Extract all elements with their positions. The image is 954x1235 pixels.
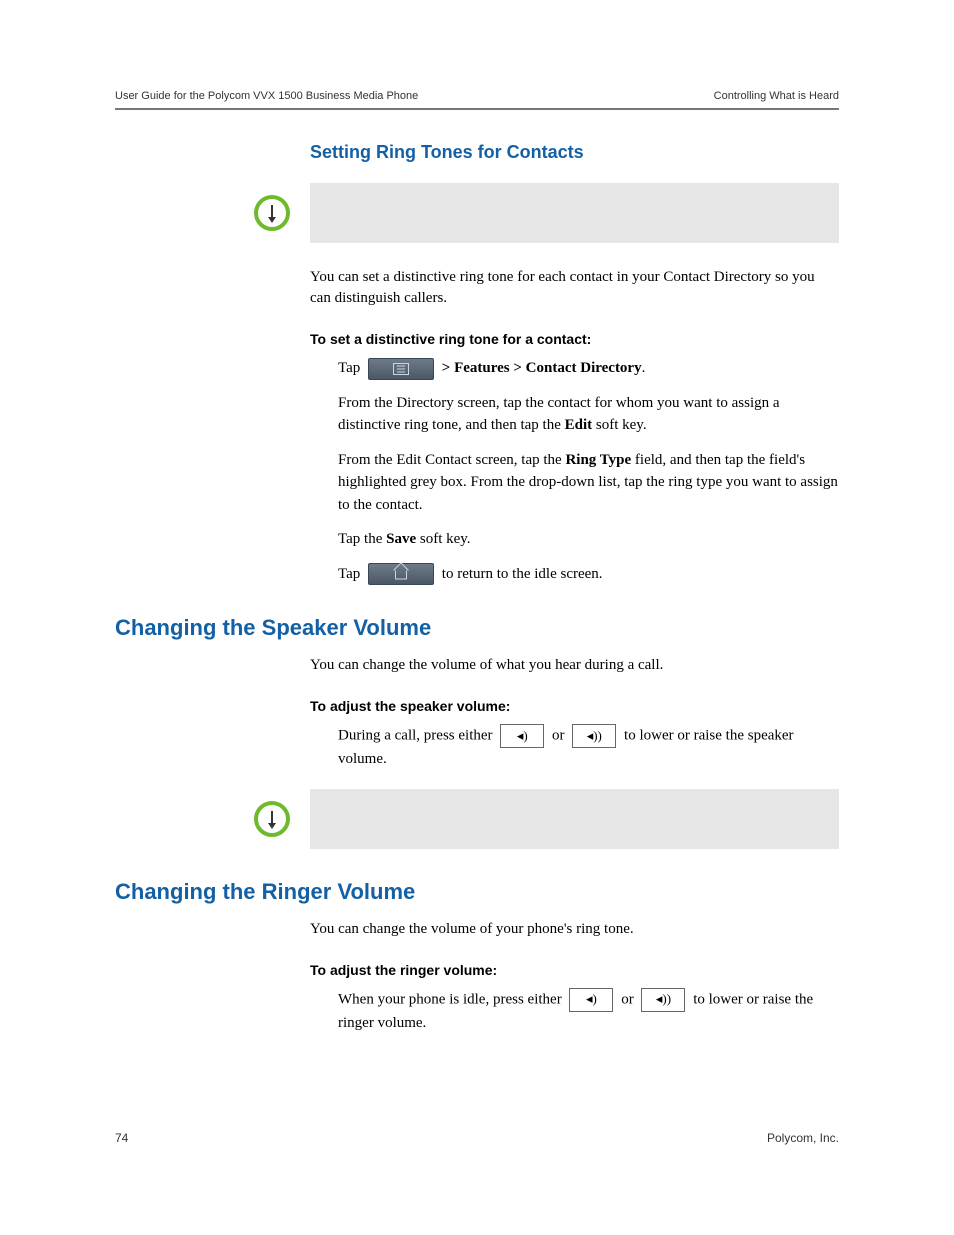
volume-up-key: ◂)) [572,724,616,748]
step4-pre: Tap the [338,531,386,547]
intro-paragraph-1: You can set a distinctive ring tone for … [310,267,839,309]
speaker-step-pre: During a call, press either [338,728,493,744]
header-left: User Guide for the Polycom VVX 1500 Busi… [115,90,418,102]
step-4: Tap the Save soft key. [338,528,839,551]
procedure-heading-3: To adjust the ringer volume: [310,962,839,978]
note-body-2 [310,789,839,849]
volume-up-key-2: ◂)) [641,988,685,1012]
step4-post: soft key. [416,531,470,547]
step3-bold: Ring Type [565,452,631,468]
step4-bold: Save [386,531,416,547]
step5-pre: Tap [338,566,360,582]
volume-down-key: ◂) [500,724,544,748]
page-footer: 74 Polycom, Inc. [115,1131,839,1145]
note-body-1 [310,183,839,243]
step2-pre: From the Directory screen, tap the conta… [338,395,780,434]
step-2: From the Directory screen, tap the conta… [338,392,839,437]
note-block-1 [115,183,839,243]
speaker-step: During a call, press either ◂) or ◂)) to… [338,724,839,771]
section-title-ringer: Changing the Ringer Volume [115,879,839,905]
section-title-speaker: Changing the Speaker Volume [115,615,839,641]
ringer-step-or: or [621,991,634,1007]
step-5: Tap to return to the idle screen. [338,563,839,586]
step2-post: soft key. [592,417,646,433]
tip-icon [252,799,292,839]
step1-period: . [642,360,646,376]
intro-paragraph-2: You can change the volume of what you he… [310,655,839,676]
step1-path: > Features > Contact Directory [442,360,642,376]
document-page: User Guide for the Polycom VVX 1500 Busi… [0,0,954,1235]
step3-pre: From the Edit Contact screen, tap the [338,452,565,468]
menu-button-icon [368,358,434,380]
tip-icon [252,193,292,233]
page-header: User Guide for the Polycom VVX 1500 Busi… [115,90,839,110]
ringer-step-pre: When your phone is idle, press either [338,991,562,1007]
header-right: Controlling What is Heard [714,90,839,102]
step-3: From the Edit Contact screen, tap the Ri… [338,449,839,517]
note-icon-column [115,183,310,233]
procedure-heading-2: To adjust the speaker volume: [310,698,839,714]
company-name: Polycom, Inc. [767,1131,839,1145]
intro-paragraph-3: You can change the volume of your phone'… [310,919,839,940]
step-1: Tap > Features > Contact Directory. [338,357,839,380]
page-number: 74 [115,1131,128,1145]
speaker-step-or: or [552,728,565,744]
volume-down-key-2: ◂) [569,988,613,1012]
section-subtitle-ringtones: Setting Ring Tones for Contacts [310,142,839,163]
step5-post: to return to the idle screen. [442,566,603,582]
note-block-2 [115,789,839,849]
procedure-heading-1: To set a distinctive ring tone for a con… [310,331,839,347]
home-button-icon [368,563,434,585]
step2-bold: Edit [565,417,593,433]
ringer-step: When your phone is idle, press either ◂)… [338,988,839,1035]
note-icon-column-2 [115,789,310,839]
step1-pre: Tap [338,360,360,376]
